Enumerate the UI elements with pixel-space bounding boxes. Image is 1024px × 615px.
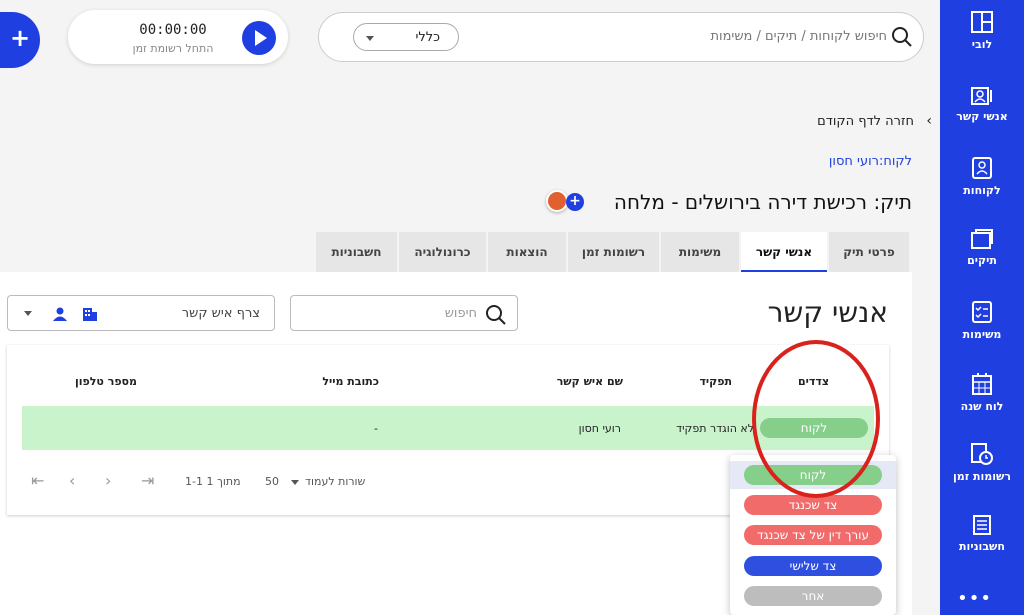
column-header: כתובת מייל: [322, 375, 379, 388]
page-title: תיק: רכישת דירה בירושלים - מלחה: [613, 190, 912, 214]
timer-label: התחל רשומת זמן: [132, 42, 214, 55]
next-page-icon[interactable]: ›: [105, 471, 111, 490]
building-icon: [83, 308, 97, 321]
search-input[interactable]: חיפוש: [445, 306, 477, 321]
sidebar-item-label: משימות: [962, 328, 1002, 341]
party-badge[interactable]: לקוח: [760, 418, 868, 438]
tab-time-entries[interactable]: רשומות זמן: [568, 232, 659, 272]
search-scope-select[interactable]: כללי: [353, 23, 459, 51]
tasks-icon: [972, 301, 992, 323]
back-label: חזרה לדף הקודם: [817, 114, 914, 129]
scope-value: כללי: [415, 30, 440, 45]
play-icon[interactable]: [242, 21, 276, 55]
column-header: צדדים: [797, 375, 829, 388]
contacts-search[interactable]: חיפוש: [290, 295, 518, 331]
grid-icon: [971, 11, 993, 33]
chevron-down-icon: [366, 36, 374, 41]
email-cell: -: [374, 422, 378, 435]
avatar[interactable]: [546, 190, 568, 212]
tab-chronology[interactable]: כרונולוגיה: [399, 232, 486, 272]
tab-case-details[interactable]: פרטי תיק: [829, 232, 909, 272]
sidebar-item-tasks[interactable]: משימות: [940, 300, 1024, 360]
chevron-down-icon: [24, 311, 32, 316]
time-entries-icon: [971, 443, 993, 465]
party-option[interactable]: לקוח: [744, 465, 882, 485]
client-link[interactable]: לקוח:רועי חסון: [829, 154, 912, 169]
sidebar-item-label: לוח שנה: [960, 400, 1004, 413]
sidebar-item-lobby[interactable]: לובי: [940, 10, 1024, 70]
add-member-icon[interactable]: +: [566, 193, 584, 211]
column-header: מספר טלפון: [74, 375, 137, 388]
sidebar-item-label: תיקים: [967, 254, 997, 267]
sidebar-item-calendar[interactable]: לוח שנה: [940, 372, 1024, 432]
sidebar-item-invoices[interactable]: חשבוניות: [940, 514, 1024, 574]
first-page-icon[interactable]: ⇤: [31, 471, 44, 490]
sidebar-item-contacts[interactable]: אנשי קשר: [940, 86, 1024, 146]
sidebar-item-label: אנשי קשר: [956, 110, 1008, 123]
folder-icon: [971, 229, 993, 249]
chevron-left-icon: ‹: [926, 113, 932, 129]
pagination-range: 1-1 מתוך 1: [185, 475, 241, 488]
time-tracker: 00:00:00 התחל רשומת זמן: [68, 10, 288, 64]
sidebar-item-label: לובי: [971, 38, 993, 51]
search-icon: [892, 27, 912, 47]
rows-per-page-select[interactable]: 50: [265, 475, 279, 488]
sidebar-item-label: לקוחות: [963, 184, 1001, 197]
add-contact-input[interactable]: צרף איש קשר: [182, 306, 260, 321]
role-cell: לא הוגדר תפקיד: [676, 422, 754, 435]
client-icon: [972, 157, 992, 179]
rows-per-page-label: שורות לעמוד: [305, 475, 366, 488]
sidebar-item-time-entries[interactable]: רשומות זמן: [940, 442, 1024, 502]
more-icon[interactable]: •••: [957, 588, 992, 609]
party-option[interactable]: עורך דין של צד שכנגד: [744, 525, 882, 545]
calendar-icon: [972, 373, 992, 395]
contacts-icon: [971, 87, 992, 105]
sidebar-item-clients[interactable]: לקוחות: [940, 156, 1024, 216]
column-header: תפקיד: [699, 375, 732, 388]
party-option[interactable]: צד שכנגד: [744, 495, 882, 515]
search-input[interactable]: חיפוש לקוחות / תיקים / משימות: [711, 29, 888, 44]
chevron-down-icon: [291, 480, 299, 485]
main-sidebar: לובי אנשי קשר לקוחות תיקים משימות לוח שנ…: [940, 0, 1024, 615]
timer-display: 00:00:00: [139, 22, 207, 38]
party-option[interactable]: צד שלישי: [744, 556, 882, 576]
plus-icon: +: [10, 24, 31, 52]
sidebar-item-cases[interactable]: תיקים: [940, 228, 1024, 288]
tab-tasks[interactable]: משימות: [661, 232, 739, 272]
table-row[interactable]: לקוח לא הוגדר תפקיד רועי חסון -: [22, 406, 874, 450]
tab-expenses[interactable]: הוצאות: [488, 232, 566, 272]
global-search[interactable]: חיפוש לקוחות / תיקים / משימות כללי: [318, 12, 924, 62]
tab-contacts[interactable]: אנשי קשר: [741, 232, 827, 272]
last-page-icon[interactable]: ⇥: [141, 471, 154, 490]
sidebar-item-label: רשומות זמן: [953, 470, 1011, 483]
party-dropdown: לקוח צד שכנגד עורך דין של צד שכנגד צד של…: [730, 455, 896, 615]
tab-invoices[interactable]: חשבוניות: [316, 232, 397, 272]
sidebar-item-label: חשבוניות: [959, 540, 1005, 553]
section-title: אנשי קשר: [767, 296, 888, 329]
party-option[interactable]: אחר: [744, 586, 882, 606]
add-button[interactable]: +: [0, 12, 40, 68]
search-icon: [486, 305, 506, 325]
prev-page-icon[interactable]: ‹: [69, 471, 75, 490]
back-link[interactable]: חזרה לדף הקודם ‹: [817, 113, 932, 129]
invoice-icon: [973, 515, 991, 535]
person-icon: [53, 307, 67, 321]
add-contact-select[interactable]: צרף איש קשר: [7, 295, 275, 331]
column-header: שם איש קשר: [556, 375, 623, 388]
name-cell: רועי חסון: [578, 422, 621, 435]
